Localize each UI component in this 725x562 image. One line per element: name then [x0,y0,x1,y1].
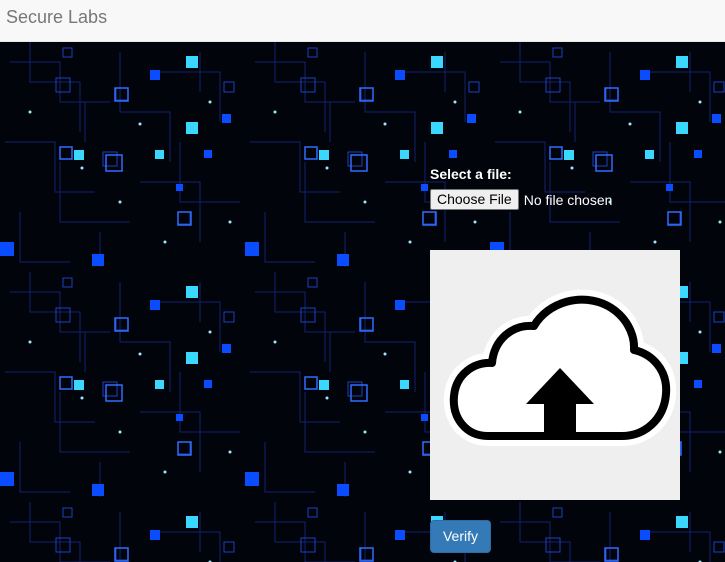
navbar: Secure Labs [0,0,725,42]
choose-file-button[interactable]: Choose File [430,189,519,210]
verify-button[interactable]: Verify [430,520,491,553]
file-status-text: No file chosen [523,191,613,208]
file-input[interactable]: Choose File No file chosen [430,189,612,211]
upload-preview [430,250,680,500]
cloud-upload-icon [443,289,677,446]
file-select-label: Select a file: [430,166,512,182]
brand-title[interactable]: Secure Labs [6,7,107,28]
